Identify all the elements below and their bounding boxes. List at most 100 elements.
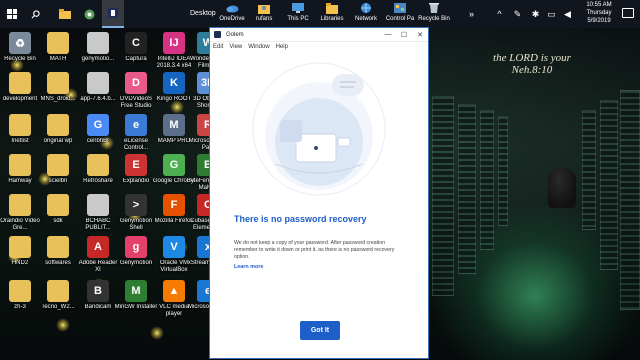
toolbar-label: Control Pa [385,16,415,22]
start-button[interactable] [0,0,24,28]
desktop-icon-image: M [163,114,185,136]
server-rack [620,90,640,310]
desktop-icon[interactable]: sdk [38,194,78,232]
app-circle-icon [84,9,94,19]
desktop-icon[interactable]: BCHABC PUBLIT... [78,194,118,232]
desktop-icon[interactable]: Tecno_W2... [38,280,78,318]
maximize-button[interactable]: ☐ [396,28,412,42]
server-rack [480,110,494,250]
desktop-icon[interactable]: B Bandicam [78,280,118,318]
desktop-icon-image: E [125,154,147,176]
taskbar-clock[interactable]: 10:55 AM Thursday 5/9/2019 [580,1,618,25]
clock-day: Thursday [586,10,612,16]
toolbar-label: Network [354,16,377,22]
learn-more-link[interactable]: Learn more [234,264,263,270]
desktop-icon-image [47,236,69,258]
desktop-icon[interactable]: MNS_droid... [38,72,78,110]
desktop-icon[interactable]: development [0,72,40,110]
desktop-icon-image [47,154,69,176]
desktop-icon[interactable]: Inetlist [0,114,40,152]
desktop-icon-image [47,280,69,302]
taskbar-app-green[interactable] [78,0,100,28]
desktop-icon[interactable]: D DVDVideoS Free Studio [116,72,156,110]
desktop-icon[interactable]: Oraindio Video Gre... [0,194,40,232]
toolbar-overflow-icon[interactable]: » [466,9,477,19]
desktop-icon[interactable]: M MinGW Installer [115,280,157,318]
menu-bar: Edit View Window Help [210,42,428,52]
desktop-icon[interactable]: g Genymotion [116,236,156,274]
desktop-icon[interactable]: ♻ Recycle Bin [0,32,40,70]
wallpaper-verse: the LORD is your Neh.8:10 [432,52,632,76]
got-it-button[interactable]: Got It [300,321,340,340]
toolbar-label: OneDrive [219,16,245,22]
desktop-icon-image: C [125,32,147,54]
server-rack [458,104,476,274]
desktop-icon-image [47,72,69,94]
pen-tray-icon[interactable]: ✎ [512,9,523,19]
person-silhouette [548,168,576,208]
desktop-icon[interactable]: e eLicense Control... [116,114,156,152]
desktop-icon[interactable]: MATH [38,32,78,70]
desktop-icon[interactable]: Hamway [0,154,40,192]
desktop-icon[interactable]: original wp [38,114,78,152]
desktop-icon[interactable]: app-7.6.4.b... [78,72,118,110]
desktop-icon[interactable]: E Explandio [116,154,156,192]
dialog-body-text: We do not keep a copy of your password. … [234,240,395,260]
dialog-heading: There is no password recovery [234,214,367,224]
server-rack [582,110,596,230]
taskbar-app-golem[interactable] [102,0,124,28]
window-titlebar[interactable]: Golem — ☐ ✕ [210,28,428,42]
desktop-icon-image: e [125,114,147,136]
menu-edit[interactable]: Edit [213,44,223,50]
desktop-icon-label: Tecno_W2... [41,304,75,310]
desktop-icon-image [47,114,69,136]
desktop-icon-image: F [163,194,185,216]
action-center-icon[interactable] [622,8,634,18]
desktop-icon[interactable]: C Captura [116,32,156,70]
desktop-icon-label: original wp [43,138,73,144]
desktop-icon[interactable]: A Adobe Reader XI [78,236,118,274]
window-title: Golem [226,31,244,38]
desktop-icon-image: IJ [163,32,185,54]
user-folder-icon [258,5,270,14]
show-hidden-icons-chevron-icon[interactable]: ^ [494,9,505,19]
taskbar-app-file-explorer[interactable] [54,0,76,28]
sparkle [150,326,164,340]
toolbar-label: Recycle Bin [418,16,450,22]
settings-tray-icon[interactable]: ✱ [530,9,541,19]
desktop-icon-image [9,154,31,176]
display-tray-icon[interactable]: ▭ [546,9,557,19]
desktop-icon[interactable]: genymotio... [78,32,118,70]
desktop-icon[interactable]: softwares [38,236,78,274]
search-icon [31,9,40,18]
folder-icon [59,9,71,19]
server-rack [498,116,508,226]
search-button[interactable] [24,0,46,28]
desktop-icon[interactable]: Retroshare [78,154,118,192]
desktop-icon[interactable]: HND2 [0,236,40,274]
clock-time: 10:55 AM [586,2,612,8]
golem-app-icon [214,31,221,38]
maximize-icon: ☐ [400,31,408,39]
computer-icon [292,3,304,13]
minimize-button[interactable]: — [380,28,396,42]
clock-date: 5/9/2019 [587,18,611,24]
password-illustration [252,62,386,196]
menu-help[interactable]: Help [276,44,288,50]
desktop-icon[interactable]: GcenbhBr [78,114,118,152]
desktop-icon[interactable]: zh-3 [0,280,40,318]
desktop-icon-label: MATH [49,56,67,62]
taskbar: Desktop OneDrive rufans This PC Librarie… [0,0,640,28]
verse-line: the LORD is your [493,52,571,64]
menu-view[interactable]: View [229,44,242,50]
folder-icon [326,3,338,14]
toolbar-label: Libraries [320,16,344,22]
desktop-icon[interactable]: > Genymotion Shell [116,194,156,232]
desktop-icon-image: ▲ [163,280,185,302]
toolbar-recycle-bin[interactable]: Recycle Bin [412,1,456,27]
desktop-icon[interactable]: scielbn [38,154,78,192]
desktop-icon-image [9,236,31,258]
close-button[interactable]: ✕ [412,28,428,42]
menu-window[interactable]: Window [248,44,269,50]
volume-icon[interactable]: ◀ [562,9,573,19]
